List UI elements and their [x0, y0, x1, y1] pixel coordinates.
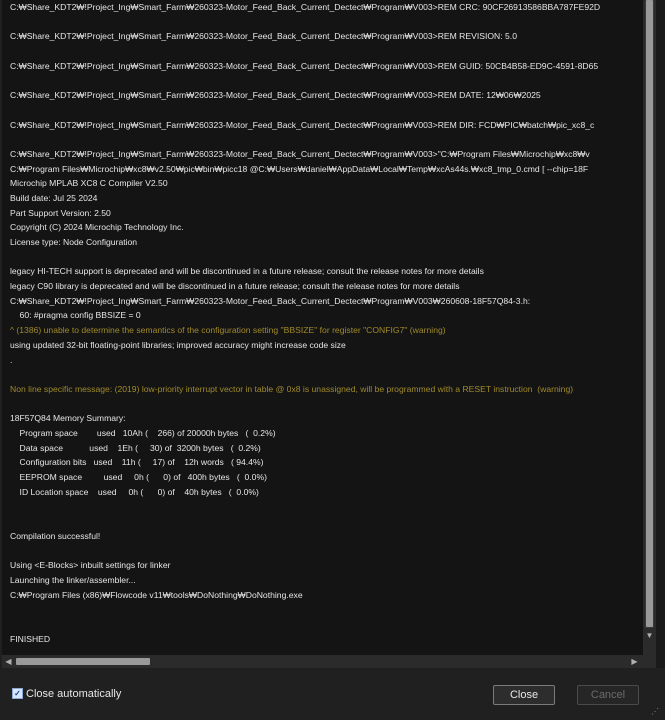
console-line: C:₩Share_KDT2₩!Project_Ing₩Smart_Farm₩26… [10, 148, 590, 159]
compiler-output-dialog: C:₩Share_KDT2₩!Project_Ing₩Smart_Farm₩26… [0, 0, 665, 720]
console-line: Using <E-Blocks> inbuilt settings for li… [10, 560, 171, 571]
close-automatically-checkbox[interactable]: ✓ Close automatically [12, 687, 121, 700]
horizontal-scroll-thumb[interactable] [16, 658, 150, 665]
console-line: using updated 32-bit floating-point libr… [10, 339, 346, 350]
console-line: C:₩Share_KDT2₩!Project_Ing₩Smart_Farm₩26… [10, 2, 601, 12]
console-line: Compilation successful! [10, 530, 101, 541]
console-line: Program space used 10Ah ( 266) of 20000h… [10, 427, 276, 438]
scrollbar-corner [643, 655, 656, 668]
vertical-scrollbar[interactable]: ▼ [643, 0, 656, 655]
console-line: C:₩Share_KDT2₩!Project_Ing₩Smart_Farm₩26… [10, 60, 599, 71]
console-line: ^ (1386) unable to determine the semanti… [10, 325, 446, 336]
console-line: C:₩Program Files₩Microchip₩xc8₩v2.50₩pic… [10, 163, 589, 174]
vertical-scroll-thumb[interactable] [646, 0, 653, 627]
console-line: . [10, 354, 13, 365]
right-edge-pane [656, 0, 665, 668]
console-line: C:₩Share_KDT2₩!Project_Ing₩Smart_Farm₩26… [10, 295, 531, 306]
console-line: ID Location space used 0h ( 0) of 40h by… [10, 486, 259, 497]
close-button[interactable]: Close [493, 685, 555, 705]
console-line: legacy HI-TECH support is deprecated and… [10, 266, 484, 277]
compiler-output-console[interactable]: C:₩Share_KDT2₩!Project_Ing₩Smart_Farm₩26… [2, 0, 643, 655]
checkmark-icon[interactable]: ✓ [12, 688, 23, 699]
console-lines: C:₩Share_KDT2₩!Project_Ing₩Smart_Farm₩26… [10, 0, 643, 646]
console-line: Non line specific message: (2019) low-pr… [10, 383, 574, 394]
arrow-right-icon[interactable]: ▶ [628, 655, 641, 668]
console-line: License type: Node Configuration [10, 237, 138, 247]
console-line: C:₩Share_KDT2₩!Project_Ing₩Smart_Farm₩26… [10, 119, 595, 130]
console-line: 18F57Q84 Memory Summary: [10, 413, 126, 424]
resize-grip-icon[interactable]: ⋰ [651, 707, 661, 717]
console-line: Data space used 1Eh ( 30) of 3200h bytes… [10, 442, 261, 453]
console-line: Copyright (C) 2024 Microchip Technology … [10, 222, 184, 233]
console-line: Microchip MPLAB XC8 C Compiler V2.50 [10, 178, 168, 189]
arrow-down-icon[interactable]: ▼ [643, 629, 656, 642]
console-line: Launching the linker/assembler... [10, 574, 136, 585]
console-line: legacy C90 library is deprecated and wil… [10, 281, 460, 292]
console-line: C:₩Program Files (x86)₩Flowcode v11₩tool… [10, 589, 303, 600]
close-automatically-label[interactable]: Close automatically [26, 688, 121, 700]
arrow-left-icon[interactable]: ◀ [2, 655, 15, 668]
console-line: FINISHED [10, 633, 51, 644]
cancel-button: Cancel [577, 685, 639, 705]
console-line: Build date: Jul 25 2024 [10, 192, 98, 203]
horizontal-scrollbar[interactable]: ◀ ▶ [2, 655, 643, 668]
console-line: C:₩Share_KDT2₩!Project_Ing₩Smart_Farm₩26… [10, 31, 517, 42]
console-line: C:₩Share_KDT2₩!Project_Ing₩Smart_Farm₩26… [10, 90, 541, 101]
console-line: Part Support Version: 2.50 [10, 207, 111, 218]
console-line: 60: #pragma config BBSIZE = 0 [10, 310, 141, 321]
console-line: Configuration bits used 11h ( 17) of 12h… [10, 457, 264, 468]
console-line: EEPROM space used 0h ( 0) of 400h bytes … [10, 472, 267, 482]
